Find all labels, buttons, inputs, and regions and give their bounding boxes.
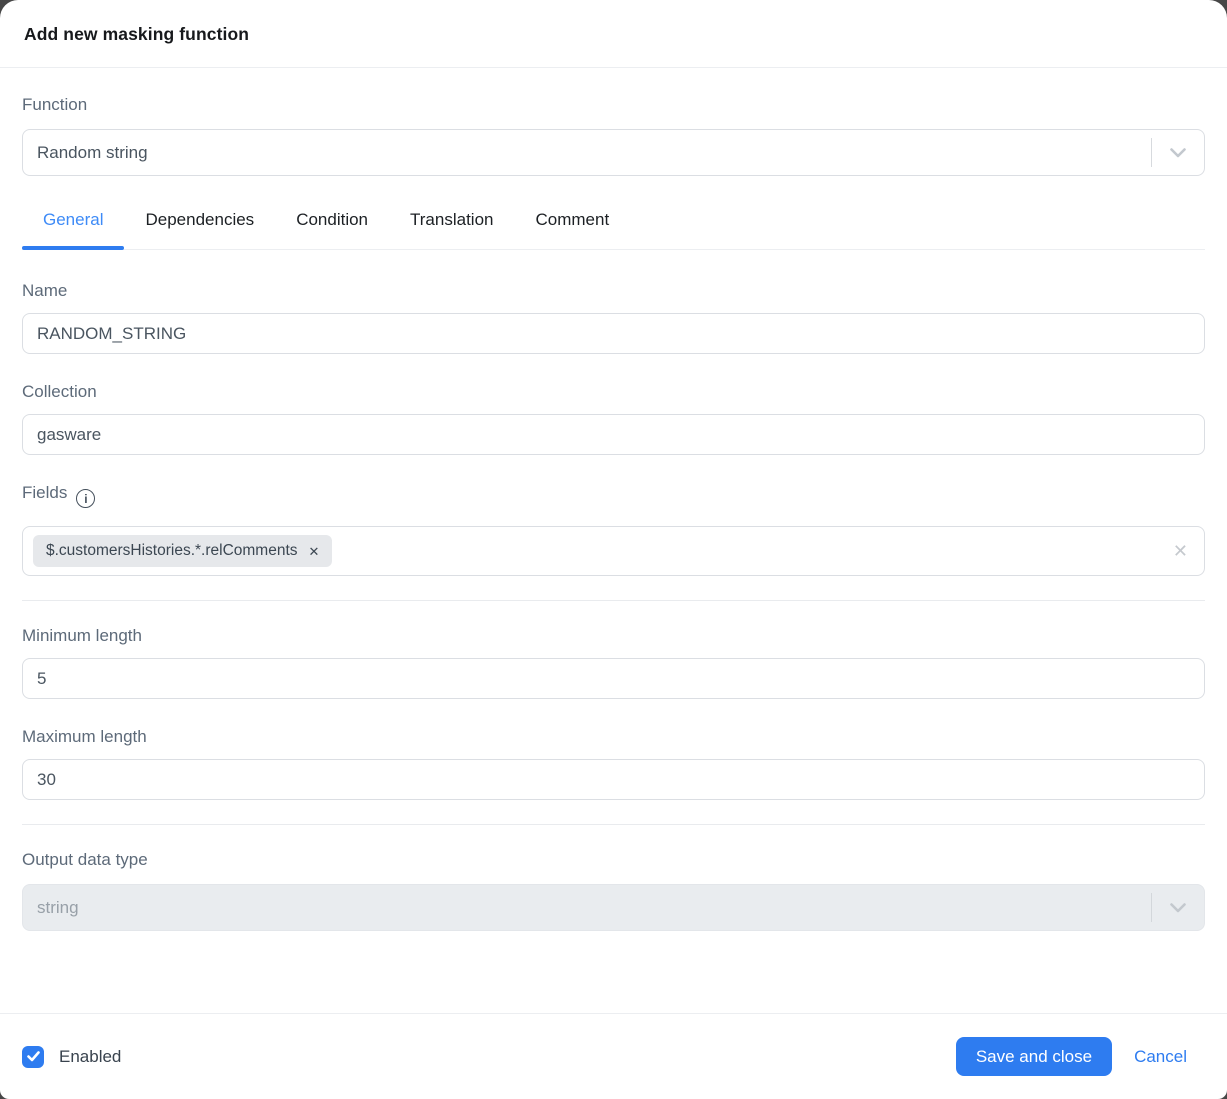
max-length-group: Maximum length [22,726,1205,800]
save-and-close-button[interactable]: Save and close [956,1037,1112,1076]
name-group: Name [22,280,1205,354]
checkmark-icon [27,1051,40,1062]
tab-dependencies[interactable]: Dependencies [124,210,275,249]
output-type-label: Output data type [22,849,1205,871]
field-tag: $.customersHistories.*.relComments ✕ [33,535,332,567]
dialog-title: Add new masking function [24,24,1203,45]
field-tag-label: $.customersHistories.*.relComments [46,542,298,560]
function-select[interactable]: Random string [22,129,1205,176]
tab-translation-label: Translation [410,210,493,229]
name-input[interactable] [22,313,1205,354]
section-divider [22,824,1205,825]
min-length-group: Minimum length [22,625,1205,699]
min-length-input[interactable] [22,658,1205,699]
tab-general-label: General [43,210,103,229]
cancel-button[interactable]: Cancel [1134,1047,1187,1067]
active-tab-underline [22,246,124,250]
tab-general[interactable]: General [22,210,124,249]
max-length-label: Maximum length [22,726,1205,748]
tab-condition[interactable]: Condition [275,210,389,249]
chevron-down-icon[interactable] [1152,148,1204,158]
section-divider [22,600,1205,601]
tab-comment[interactable]: Comment [514,210,630,249]
info-icon[interactable]: i [76,489,95,508]
tab-condition-label: Condition [296,210,368,229]
enabled-label: Enabled [59,1047,121,1067]
clear-all-icon[interactable]: ✕ [1173,542,1188,560]
collection-label: Collection [22,381,1205,403]
output-type-value: string [23,898,1151,918]
fields-group: Fields i $.customersHistories.*.relComme… [22,482,1205,576]
footer-actions: Save and close Cancel [956,1037,1205,1076]
collection-input[interactable] [22,414,1205,455]
enabled-checkbox[interactable] [22,1046,44,1068]
fields-tag-input[interactable]: $.customersHistories.*.relComments ✕ ✕ [22,526,1205,576]
function-group: Function Random string [22,94,1205,176]
tab-translation[interactable]: Translation [389,210,514,249]
add-masking-function-dialog: Add new masking function Function Random… [0,0,1227,1099]
max-length-input[interactable] [22,759,1205,800]
output-type-group: Output data type string [22,849,1205,931]
collection-group: Collection [22,381,1205,455]
fields-label: Fields [22,482,67,504]
function-select-value: Random string [23,143,1151,163]
tab-comment-label: Comment [535,210,609,229]
dialog-header: Add new masking function [0,0,1227,68]
name-label: Name [22,280,1205,302]
tab-bar: General Dependencies Condition Translati… [22,210,1205,250]
tag-remove-icon[interactable]: ✕ [309,545,320,558]
chevron-down-icon [1152,903,1204,913]
tab-dependencies-label: Dependencies [145,210,254,229]
min-length-label: Minimum length [22,625,1205,647]
function-label: Function [22,94,1205,116]
dialog-body: Function Random string General Dependenc… [0,68,1227,1013]
dialog-footer: Enabled Save and close Cancel [0,1013,1227,1099]
output-type-select: string [22,884,1205,931]
